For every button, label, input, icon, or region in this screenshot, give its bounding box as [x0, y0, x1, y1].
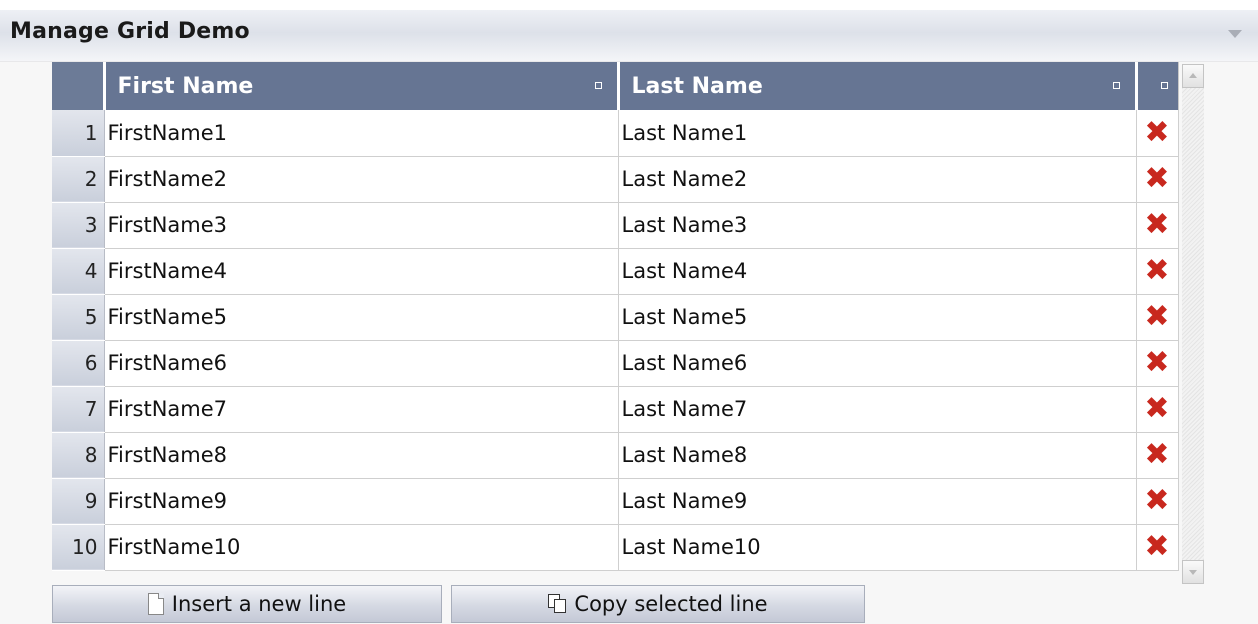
first-name-cell[interactable]: FirstName7	[104, 386, 619, 433]
table-row[interactable]: 3 FirstName3 Last Name3 ✖	[52, 202, 1179, 249]
insert-line-button[interactable]: Insert a new line	[52, 585, 442, 623]
window-title-bar: Manage Grid Demo	[0, 0, 1258, 62]
sort-indicator-icon[interactable]	[594, 82, 602, 89]
row-number[interactable]: 4	[52, 248, 105, 295]
delete-x-icon[interactable]: ✖	[1144, 348, 1169, 378]
first-name-cell[interactable]: FirstName3	[104, 202, 619, 249]
last-name-cell[interactable]: Last Name10	[618, 524, 1137, 571]
names-grid: First Name Last Name 1 FirstName1 Last N…	[52, 62, 1179, 571]
row-number[interactable]: 1	[52, 110, 105, 157]
delete-row-button[interactable]: ✖	[1136, 110, 1179, 157]
column-header-actions[interactable]	[1136, 62, 1179, 110]
delete-x-icon[interactable]: ✖	[1144, 486, 1169, 516]
last-name-cell[interactable]: Last Name4	[618, 248, 1137, 295]
scroll-down-button[interactable]	[1182, 560, 1204, 584]
table-row[interactable]: 4 FirstName4 Last Name4 ✖	[52, 248, 1179, 295]
last-name-cell[interactable]: Last Name8	[618, 432, 1137, 479]
delete-row-button[interactable]: ✖	[1136, 294, 1179, 341]
delete-x-icon[interactable]: ✖	[1144, 117, 1169, 148]
delete-row-button[interactable]: ✖	[1136, 202, 1179, 249]
last-name-cell[interactable]: Last Name5	[618, 294, 1137, 341]
last-name-cell[interactable]: Last Name9	[618, 478, 1137, 525]
row-number[interactable]: 10	[52, 524, 105, 571]
last-name-cell[interactable]: Last Name7	[618, 386, 1137, 433]
copy-line-label: Copy selected line	[574, 592, 768, 616]
row-number[interactable]: 6	[52, 340, 105, 387]
first-name-cell[interactable]: FirstName1	[104, 110, 619, 157]
delete-x-icon[interactable]: ✖	[1144, 532, 1169, 562]
delete-row-button[interactable]: ✖	[1136, 478, 1179, 525]
row-number[interactable]: 2	[52, 156, 105, 203]
column-header-label: First Name	[117, 73, 254, 99]
column-header-first-name[interactable]: First Name	[104, 62, 620, 110]
table-row[interactable]: 6 FirstName6 Last Name6 ✖	[52, 340, 1179, 387]
last-name-cell[interactable]: Last Name2	[618, 156, 1137, 203]
last-name-cell[interactable]: Last Name6	[618, 340, 1137, 387]
table-row[interactable]: 1 FirstName1 Last Name1 ✖	[52, 110, 1179, 157]
first-name-cell[interactable]: FirstName6	[104, 340, 619, 387]
first-name-cell[interactable]: FirstName8	[104, 432, 619, 479]
chevron-down-icon[interactable]	[1228, 30, 1242, 38]
window-title: Manage Grid Demo	[10, 19, 250, 44]
row-number-header	[52, 62, 106, 110]
delete-row-button[interactable]: ✖	[1136, 340, 1179, 387]
delete-x-icon[interactable]: ✖	[1144, 164, 1169, 194]
first-name-cell[interactable]: FirstName2	[104, 156, 619, 203]
delete-x-icon[interactable]: ✖	[1144, 440, 1169, 470]
delete-row-button[interactable]: ✖	[1136, 524, 1179, 571]
table-row[interactable]: 8 FirstName8 Last Name8 ✖	[52, 432, 1179, 479]
first-name-cell[interactable]: FirstName10	[104, 524, 619, 571]
row-number[interactable]: 9	[52, 478, 105, 525]
table-row[interactable]: 7 FirstName7 Last Name7 ✖	[52, 386, 1179, 433]
grid-scrollbar[interactable]	[1182, 64, 1204, 584]
delete-row-button[interactable]: ✖	[1136, 156, 1179, 203]
row-number[interactable]: 3	[52, 202, 105, 249]
delete-x-icon[interactable]: ✖	[1144, 256, 1169, 286]
sort-indicator-icon[interactable]	[1112, 82, 1120, 89]
arrow-up-icon	[1189, 73, 1197, 78]
first-name-cell[interactable]: FirstName4	[104, 248, 619, 295]
delete-x-icon[interactable]: ✖	[1144, 394, 1169, 424]
table-row[interactable]: 9 FirstName9 Last Name9 ✖	[52, 478, 1179, 525]
insert-line-label: Insert a new line	[171, 592, 347, 616]
column-header-label: Last Name	[631, 73, 763, 99]
row-number[interactable]: 7	[52, 386, 105, 433]
column-header-last-name[interactable]: Last Name	[618, 62, 1138, 110]
new-document-icon	[147, 593, 164, 615]
row-number[interactable]: 8	[52, 432, 105, 479]
first-name-cell[interactable]: FirstName5	[104, 294, 619, 341]
delete-row-button[interactable]: ✖	[1136, 432, 1179, 479]
first-name-cell[interactable]: FirstName9	[104, 478, 619, 525]
copy-icon	[548, 594, 568, 614]
copy-line-button[interactable]: Copy selected line	[451, 585, 865, 623]
sort-indicator-icon[interactable]	[1160, 82, 1168, 89]
delete-x-icon[interactable]: ✖	[1144, 210, 1169, 240]
delete-x-icon[interactable]: ✖	[1144, 302, 1169, 332]
scroll-up-button[interactable]	[1182, 64, 1204, 88]
table-row[interactable]: 10 FirstName10 Last Name10 ✖	[52, 524, 1179, 571]
last-name-cell[interactable]: Last Name3	[618, 202, 1137, 249]
table-row[interactable]: 2 FirstName2 Last Name2 ✖	[52, 156, 1179, 203]
table-row[interactable]: 5 FirstName5 Last Name5 ✖	[52, 294, 1179, 341]
delete-row-button[interactable]: ✖	[1136, 248, 1179, 295]
last-name-cell[interactable]: Last Name1	[618, 110, 1137, 157]
arrow-down-icon	[1189, 570, 1197, 575]
delete-row-button[interactable]: ✖	[1136, 386, 1179, 433]
grid-header-row: First Name Last Name	[52, 62, 1179, 110]
row-number[interactable]: 5	[52, 294, 105, 341]
